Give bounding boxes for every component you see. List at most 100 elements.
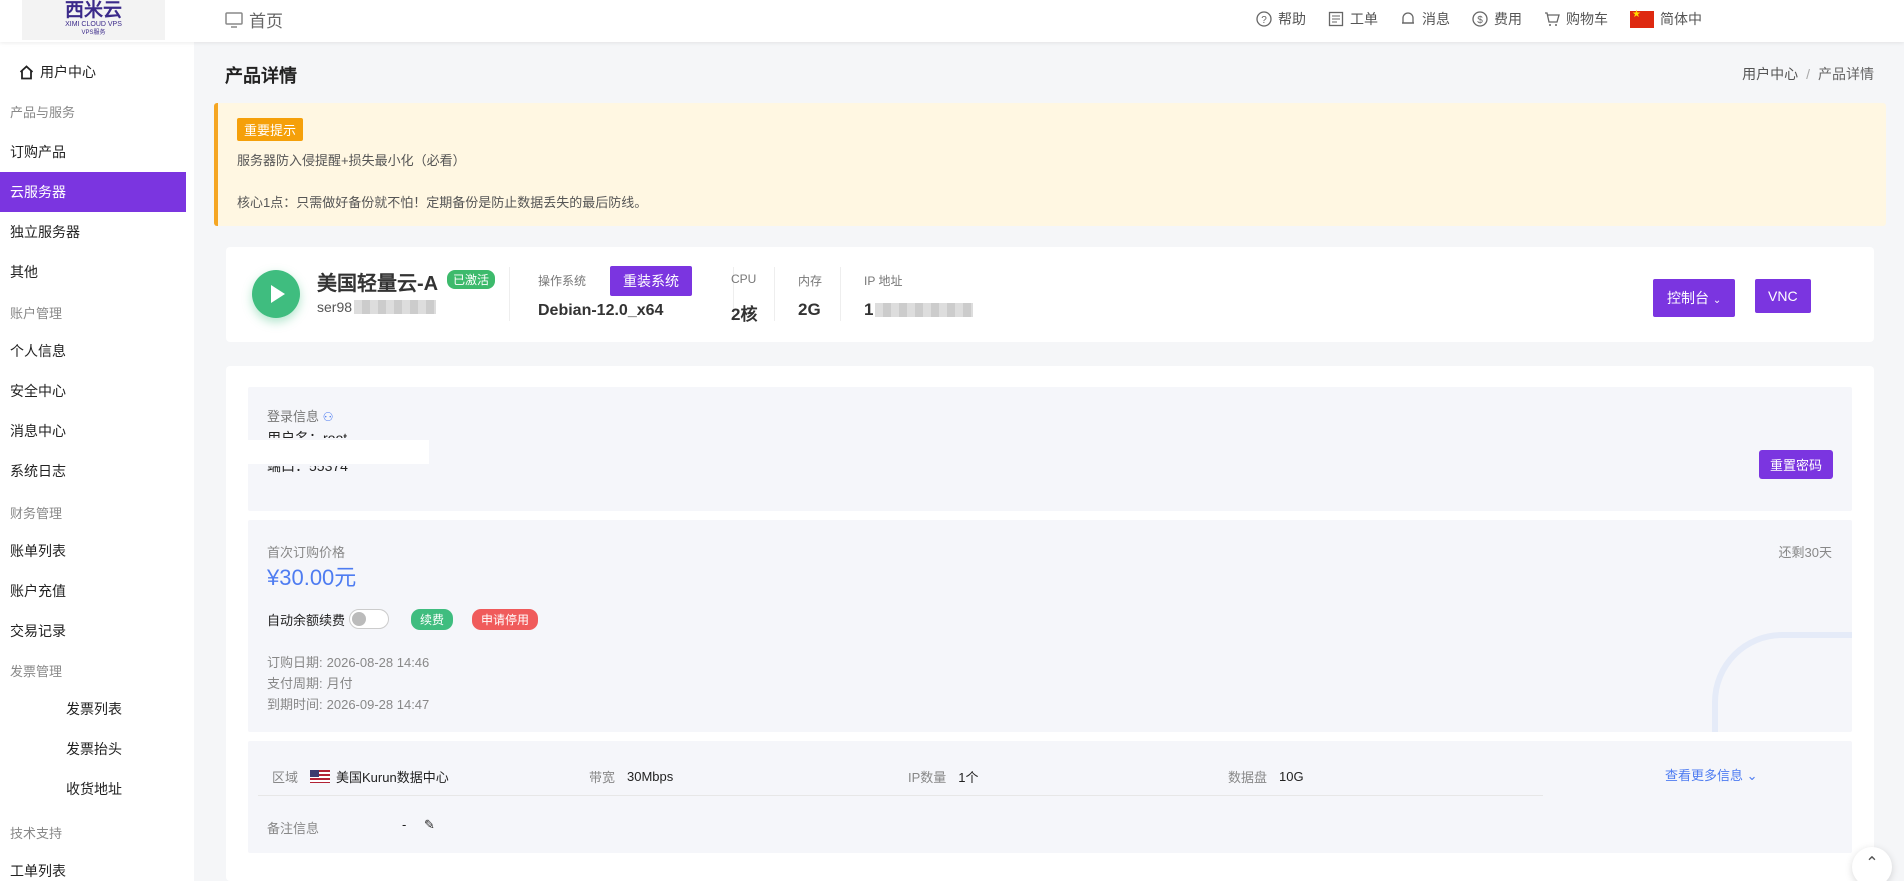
reset-password-button[interactable]: 重置密码 (1758, 450, 1833, 479)
renew-button[interactable]: 续费 (411, 609, 454, 630)
sidebar-group-support: 技术支持 (10, 826, 63, 841)
login-username: 用户名：root (267, 430, 348, 438)
help-link[interactable]: ? 帮助 (1256, 9, 1306, 29)
order-date: 订购日期: 2026-08-28 14:46 (267, 655, 430, 670)
product-id: ser98 (317, 299, 437, 315)
ip-count: IP数量 1个 (908, 770, 979, 785)
login-port: 端口：55374 (267, 466, 348, 474)
os-label: 操作系统 (538, 274, 587, 288)
view-more-link[interactable]: 查看更多信息 ⌄ (1665, 765, 1758, 784)
remaining-days: 还剩30天 (1778, 545, 1832, 560)
status-badge: 已激活 (447, 270, 496, 289)
sidebar-group-invoice: 发票管理 (10, 664, 63, 679)
notice-tag: 重要提示 (237, 118, 304, 141)
mem-value: 2G (798, 300, 821, 319)
specs-box: 区域 美国Kurun数据中心 带宽 30Mbps IP数量 1个 数据盘 10G 查看更… (248, 741, 1852, 853)
cart-icon (1545, 12, 1560, 26)
sidebar-item-account-recharge[interactable]: 账户充值 (10, 581, 66, 601)
sidebar-item-transaction-record[interactable]: 交易记录 (10, 621, 66, 641)
mem-label: 内存 (798, 274, 823, 288)
running-status-icon (252, 270, 300, 318)
cpu-value: 2核 (731, 305, 758, 324)
ip-value: 1 (864, 300, 974, 320)
auto-renew: 自动余额续费 (267, 609, 390, 629)
masked-ip (875, 303, 974, 317)
sidebar-item-dedicated-server[interactable]: 独立服务器 (10, 222, 80, 242)
monitor-icon (225, 11, 243, 28)
notice-link[interactable]: 服务器防入侵提醒+损失最小化（必看） (237, 150, 466, 169)
sidebar-item-order-product[interactable]: 订购产品 (10, 142, 66, 162)
us-flag-icon (310, 770, 331, 783)
ip-label: IP 地址 (864, 274, 903, 288)
vnc-button[interactable]: VNC (1755, 279, 1811, 313)
sidebar-item-bill-list[interactable]: 账单列表 (10, 541, 66, 561)
payment-cycle: 支付周期: 月付 (267, 676, 353, 691)
sidebar-item-cloud-server[interactable]: 云服务器 (0, 172, 186, 212)
sidebar-user-center[interactable]: 用户中心 (19, 62, 96, 82)
console-button[interactable]: 控制台 ⌄ (1653, 279, 1736, 317)
breadcrumb-home[interactable]: 用户中心 (1742, 66, 1798, 82)
bandwidth: 带宽 30Mbps (589, 769, 674, 785)
sidebar-item-security-center[interactable]: 安全中心 (10, 381, 66, 401)
breadcrumb: 用户中心 / 产品详情 (1742, 64, 1874, 84)
ticket-icon (1328, 11, 1344, 27)
sidebar-item-other[interactable]: 其他 (10, 262, 38, 282)
wallet-illustration-icon (1712, 632, 1852, 732)
sidebar-item-invoice-list[interactable]: 发票列表 (66, 699, 122, 719)
auto-renew-toggle[interactable] (349, 609, 390, 629)
bell-icon (1402, 12, 1414, 24)
help-icon: ? (1256, 11, 1272, 27)
sidebar-item-shipping-address[interactable]: 收货地址 (66, 779, 122, 799)
page-title: 产品详情 (225, 66, 297, 86)
language-select[interactable]: 简体中 (1630, 9, 1702, 29)
expire-date: 到期时间: 2026-09-28 14:47 (267, 697, 430, 712)
masked-id (354, 300, 437, 314)
price-label: 首次订购价格 (267, 545, 346, 560)
product-card: 美国轻量云-A 已激活 ser98 操作系统 重装系统 Debian-12.0_… (226, 247, 1874, 342)
product-name: 美国轻量云-A (317, 273, 439, 295)
divider (509, 267, 510, 321)
region: 区域 美国Kurun数据中心 (272, 770, 449, 785)
data-disk: 数据盘 10G (1228, 769, 1304, 785)
message-link[interactable]: 消息 (1400, 9, 1450, 29)
fee-link[interactable]: $ 费用 (1472, 9, 1522, 29)
reinstall-button[interactable]: 重装系统 (610, 266, 692, 296)
edit-icon[interactable]: ✎ (424, 817, 435, 832)
ticket-link[interactable]: 工单 (1328, 9, 1378, 29)
notice-text: 核心1点：只需做好备份就不怕！定期备份是防止数据丢失的最后防线。 (237, 195, 648, 210)
sidebar: 用户中心 产品与服务 订购产品 云服务器 独立服务器 其他 账户管理 个人信息 … (0, 42, 194, 881)
cart-link[interactable]: 购物车 (1544, 9, 1608, 29)
price-value: ¥30.00元 (267, 565, 357, 590)
sidebar-item-ticket-list[interactable]: 工单列表 (10, 861, 66, 881)
cpu-label: CPU (731, 272, 757, 286)
sidebar-item-system-log[interactable]: 系统日志 (10, 461, 66, 481)
dollar-icon: $ (1472, 11, 1488, 27)
chevron-down-icon: ⌄ (1746, 768, 1758, 783)
china-flag-icon (1630, 9, 1654, 28)
divider (258, 795, 1543, 796)
login-info-label: 登录信息 ⚇ (267, 409, 334, 424)
chevron-up-icon: ⌃ (1865, 855, 1879, 872)
back-to-top-button[interactable]: ⌃ (1852, 847, 1892, 881)
divider (774, 267, 775, 321)
remark-value: - ✎ (402, 817, 435, 832)
home-icon (19, 64, 34, 79)
billing-box: 首次订购价格 ¥30.00元 还剩30天 自动余额续费 续费 申请停用 订购日期… (248, 520, 1852, 732)
login-info-box: 登录信息 ⚇ 用户名：root 端口：55374 重置密码 (229, 387, 1852, 511)
sidebar-item-message-center[interactable]: 消息中心 (10, 421, 66, 441)
breadcrumb-separator: / (1806, 66, 1810, 82)
sidebar-group-finance: 财务管理 (10, 506, 63, 521)
home-link[interactable]: 首页 (225, 7, 283, 32)
user-icon: ⚇ (322, 410, 334, 424)
remark-label: 备注信息 (267, 821, 320, 836)
masked-password (229, 440, 429, 464)
sidebar-item-invoice-title[interactable]: 发票抬头 (66, 739, 122, 759)
site-logo[interactable]: 西米云 XIMI CLOUD VPS VPS服务 (22, 0, 165, 40)
top-nav: ? 帮助 工单 消息 $ 费用 购物车 简体中 (1256, 9, 1702, 29)
details-panel: 登录信息 ⚇ 用户名：root 端口：55374 重置密码 首次订购价格 ¥30… (226, 366, 1874, 881)
apply-stop-button[interactable]: 申请停用 (472, 609, 539, 630)
svg-text:?: ? (1261, 15, 1267, 26)
sidebar-item-personal-info[interactable]: 个人信息 (10, 341, 66, 361)
divider (840, 267, 841, 321)
os-value: Debian-12.0_x64 (538, 302, 664, 319)
